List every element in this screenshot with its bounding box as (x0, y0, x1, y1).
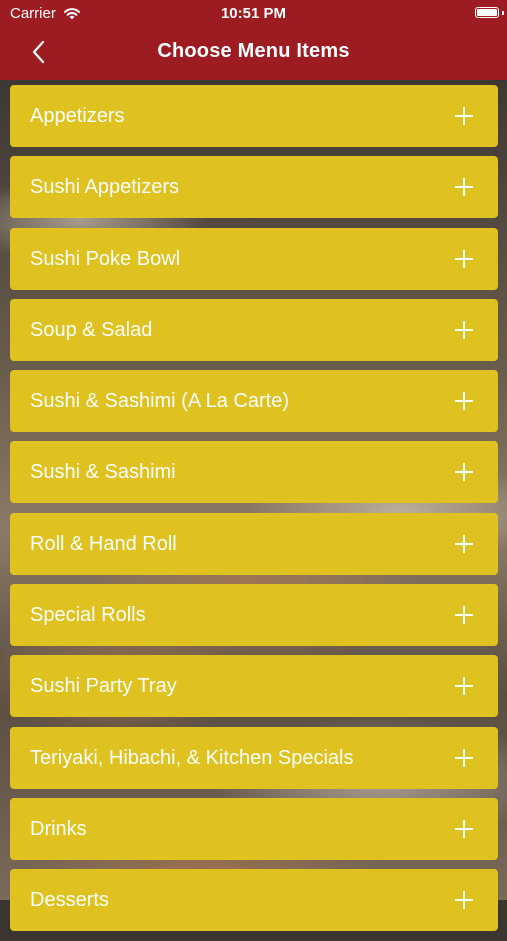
menu-category-item[interactable]: Appetizers (10, 85, 498, 147)
plus-icon[interactable] (455, 392, 473, 411)
menu-category-item[interactable]: Teriyaki, Hibachi, & Kitchen Specials (10, 726, 498, 789)
menu-category-label: Drinks (30, 817, 87, 840)
menu-category-label: Special Rolls (30, 604, 146, 627)
battery-level (477, 9, 497, 16)
menu-category-label: Soup & Salad (30, 318, 153, 341)
menu-category-label: Appetizers (30, 105, 125, 127)
clock: 10:51 PM (220, 5, 287, 22)
plus-icon[interactable] (455, 677, 473, 696)
battery-icon (475, 7, 499, 18)
menu-category-label: Sushi & Sashimi (A La Carte) (30, 390, 289, 413)
menu-category-item[interactable]: Sushi & Sashimi (10, 441, 498, 504)
menu-category-item[interactable]: Roll & Hand Roll (10, 512, 498, 575)
navigation-bar: Choose Menu Items (0, 28, 507, 78)
plus-icon[interactable] (455, 606, 473, 625)
menu-category-item[interactable]: Sushi & Sashimi (A La Carte) (10, 370, 498, 433)
plus-icon[interactable] (455, 748, 473, 767)
menu-category-label: Sushi Party Tray (30, 675, 177, 698)
battery-cap (502, 11, 504, 15)
menu-category-label: Desserts (30, 889, 109, 912)
menu-category-label: Sushi Appetizers (30, 176, 179, 199)
menu-category-item[interactable]: Drinks (10, 797, 498, 860)
menu-category-label: Teriyaki, Hibachi, & Kitchen Specials (30, 746, 354, 769)
header: Carrier 10:51 PM Choose Menu Items (0, 0, 507, 80)
menu-category-item[interactable]: Desserts (10, 869, 498, 932)
plus-icon[interactable] (455, 178, 473, 197)
plus-icon[interactable] (455, 534, 473, 553)
menu-category-item[interactable]: Sushi Poke Bowl (10, 227, 498, 290)
menu-category-list: Appetizers Sushi Appetizers Sushi Poke B… (10, 85, 498, 941)
menu-category-label: Sushi & Sashimi (30, 461, 176, 484)
page-title: Choose Menu Items (157, 40, 350, 62)
menu-category-label: Roll & Hand Roll (30, 532, 177, 555)
menu-category-label: Sushi Poke Bowl (30, 247, 181, 270)
menu-category-item[interactable]: Sushi Party Tray (10, 655, 498, 718)
plus-icon[interactable] (455, 320, 473, 339)
plus-icon[interactable] (455, 819, 473, 838)
plus-icon[interactable] (455, 107, 473, 125)
menu-category-item[interactable]: Sushi Appetizers (10, 156, 498, 219)
menu-category-item[interactable]: Soup & Salad (10, 298, 498, 361)
status-bar: Carrier 10:51 PM (0, 0, 507, 28)
plus-icon[interactable] (455, 249, 473, 268)
menu-category-item[interactable]: Special Rolls (10, 584, 498, 647)
plus-icon[interactable] (455, 463, 473, 482)
plus-icon[interactable] (455, 891, 473, 910)
